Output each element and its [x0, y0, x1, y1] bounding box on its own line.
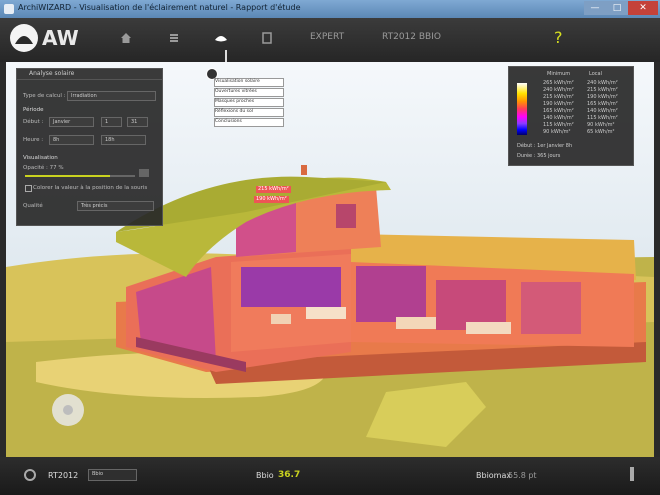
- application-window: ArchiWIZARD - Visualisation de l'éclaire…: [0, 0, 660, 495]
- help-button[interactable]: ?: [554, 28, 563, 47]
- legend-row-left: 240 kWh/m²: [543, 87, 574, 93]
- calc-type-label: Type de calcul :: [23, 93, 66, 99]
- legend-row-left: 90 kWh/m²: [543, 129, 571, 135]
- legend-footer-start: Début : 1er Janvier 8h: [517, 143, 573, 149]
- tab-rt2012-bbio[interactable]: RT2012 BBIO: [382, 32, 441, 42]
- logo-icon: [10, 24, 38, 52]
- settings-gear-icon[interactable]: [24, 469, 36, 481]
- bbio-value: 36.7: [278, 470, 301, 480]
- legend-row-left: 215 kWh/m²: [543, 94, 574, 100]
- legend-row-left: 190 kWh/m²: [543, 101, 574, 107]
- opacity-value-icon: [139, 169, 149, 177]
- rt-label: RT2012: [48, 471, 79, 480]
- legend-row-left: 115 kWh/m²: [543, 122, 574, 128]
- maximize-button[interactable]: □: [606, 1, 628, 15]
- from-day-input[interactable]: 1: [101, 117, 122, 127]
- window-titlebar: ArchiWIZARD - Visualisation de l'éclaire…: [0, 0, 660, 18]
- hover-value-checkbox[interactable]: [25, 185, 32, 192]
- tab-expert[interactable]: EXPERT: [310, 32, 344, 42]
- legend-row-right: 240 kWh/m²: [587, 80, 618, 86]
- logo-text: AW: [42, 26, 79, 50]
- mode-select[interactable]: Bbio: [88, 469, 137, 481]
- quality-label: Qualité: [23, 203, 43, 209]
- hour-start-select[interactable]: 8h: [49, 135, 94, 145]
- from-month-select[interactable]: Janvier: [49, 117, 94, 127]
- legend-row-right: 165 kWh/m²: [587, 101, 618, 107]
- close-button[interactable]: ✕: [628, 1, 658, 15]
- display-section-title: Visualisation: [23, 155, 58, 161]
- panel-title: Analyse solaire: [17, 69, 162, 80]
- opacity-label: Opacité : 77 %: [23, 165, 64, 171]
- callout-item[interactable]: Réflexions du sol: [214, 108, 284, 117]
- 3d-viewport[interactable]: Visualisation solaire Ouvertures vitrées…: [6, 62, 654, 457]
- value-tag: 190 kWh/m²: [254, 196, 289, 203]
- hover-value-label: Colorer la valeur à la position de la so…: [33, 185, 148, 191]
- bbiomax-label: Bbiomax: [476, 471, 512, 480]
- period-section-title: Période: [23, 107, 44, 113]
- legend-row-right: 190 kWh/m²: [587, 94, 618, 100]
- legend-row-right: 90 kWh/m²: [587, 122, 615, 128]
- document-icon[interactable]: [262, 32, 272, 47]
- analysis-settings-panel: Analyse solaire Type de calcul : Irradia…: [16, 68, 163, 226]
- quality-select[interactable]: Très précis: [77, 201, 154, 211]
- export-icon[interactable]: [630, 467, 634, 481]
- callout-item[interactable]: Ouvertures vitrées: [214, 88, 284, 97]
- from-label: Début :: [23, 119, 44, 125]
- top-toolbar: AW EXPERT RT2012 BBIO ?: [0, 18, 660, 62]
- window-title: ArchiWIZARD - Visualisation de l'éclaire…: [18, 3, 301, 12]
- visualization-icon[interactable]: [214, 32, 228, 47]
- legend-row-right: 215 kWh/m²: [587, 87, 618, 93]
- hours-label: Heure :: [23, 137, 44, 143]
- legend-row-right: 115 kWh/m²: [587, 115, 618, 121]
- legend-row-right: 65 kWh/m²: [587, 129, 615, 135]
- hour-end-select[interactable]: 18h: [101, 135, 146, 145]
- legend-row-left: 140 kWh/m²: [543, 115, 574, 121]
- opacity-slider[interactable]: [25, 175, 135, 177]
- legend-color-scale: [517, 83, 527, 135]
- callout-item[interactable]: Masques proches: [214, 98, 284, 107]
- bottom-status-bar: RT2012 Bbio Bbio 36.7 Bbiomax 55.8 pt: [0, 457, 660, 495]
- calc-type-select[interactable]: Irradiation: [67, 91, 156, 101]
- legend-row-right: 140 kWh/m²: [587, 108, 618, 114]
- bbiomax-value: 55.8 pt: [508, 471, 537, 480]
- home-icon[interactable]: [120, 32, 132, 47]
- bbio-label: Bbio: [256, 471, 274, 480]
- legend-row-left: 265 kWh/m²: [543, 80, 574, 86]
- legend-header-right: Local: [589, 71, 602, 77]
- value-tag: 215 kWh/m²: [256, 186, 291, 193]
- callout-item[interactable]: Conclusions: [214, 118, 284, 127]
- legend-header-left: Minimum: [547, 71, 571, 77]
- to-day-input[interactable]: 31: [127, 117, 148, 127]
- layers-icon[interactable]: [168, 32, 180, 47]
- legend-footer-duration: Durée : 365 jours: [517, 153, 561, 159]
- app-icon: [4, 4, 14, 14]
- minimize-button[interactable]: —: [584, 1, 606, 15]
- callout-item[interactable]: Visualisation solaire: [214, 78, 284, 87]
- legend-panel: Minimum Local 265 kWh/m² 240 kWh/m² 240 …: [508, 66, 634, 166]
- legend-row-left: 165 kWh/m²: [543, 108, 574, 114]
